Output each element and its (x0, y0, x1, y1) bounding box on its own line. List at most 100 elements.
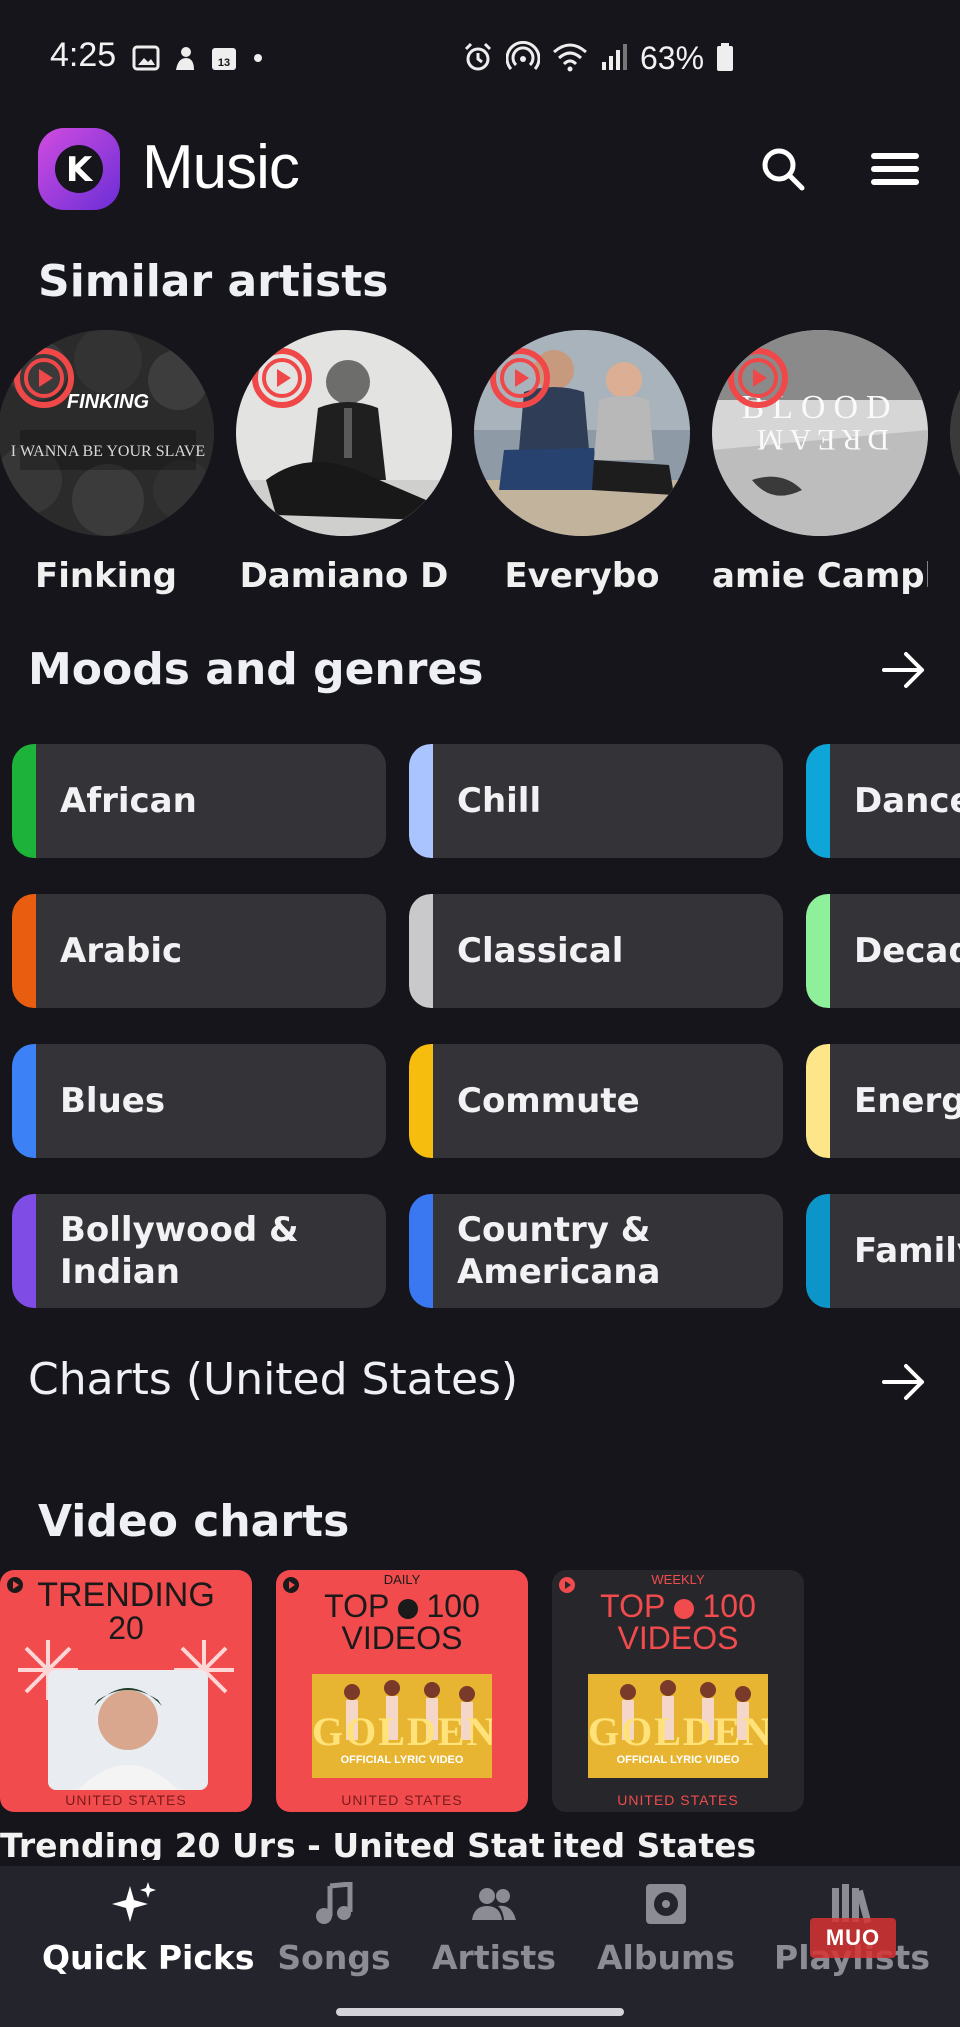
card-subheading: VIDEOS (617, 1620, 739, 1656)
video-charts-title: Video charts (38, 1496, 350, 1547)
genre-chip[interactable]: Dance (806, 744, 960, 858)
genre-chip[interactable]: Arabic (12, 894, 386, 1008)
card-number: 100 (702, 1588, 756, 1624)
card-small-label: WEEKLY (651, 1572, 705, 1587)
nav-artists[interactable]: Artists (404, 1866, 584, 1986)
artist-name: Damiano D (239, 556, 449, 596)
genre-chip[interactable]: Commute (409, 1044, 783, 1158)
genre-chip[interactable]: Classical (409, 894, 783, 1008)
video-chart-caption: Trending 20 Ur (0, 1826, 276, 1860)
genre-chip[interactable]: Blues (12, 1044, 386, 1158)
album-icon (642, 1880, 690, 1928)
moods-more-button[interactable] (874, 640, 934, 700)
similar-artists-row: FINKING I WANNA BE YOUR SLAVE Finking Da… (0, 330, 960, 610)
nav-label: Artists (432, 1938, 556, 1977)
charts-title: Charts (United States) (28, 1354, 519, 1405)
video-chart-card[interactable]: WEEKLY TOP 100 VIDEOS GOLDEN OFFICIAL LY… (552, 1570, 804, 1812)
alarm-icon (462, 41, 494, 77)
artist-name: Finking (35, 556, 177, 596)
play-badge-icon[interactable] (728, 348, 788, 408)
charts-more-button[interactable] (874, 1352, 934, 1412)
sparkle-icon (110, 1880, 158, 1928)
card-footer: UNITED STATES (617, 1792, 739, 1808)
genre-color-bar (806, 894, 830, 1008)
artist-image-partial[interactable] (950, 330, 960, 536)
play-badge-icon[interactable] (14, 348, 74, 408)
genre-label: African (60, 781, 197, 821)
moods-grid: African Arabic Blues Bollywood & Indian … (0, 744, 960, 1312)
artist-card[interactable]: BLOOD DREAM amie Campl (712, 330, 928, 596)
video-chart-card[interactable]: TRENDING 20 UNITED STATES (0, 1570, 252, 1812)
genre-color-bar (409, 1194, 433, 1308)
genre-color-bar (409, 744, 433, 858)
card-footer: UNITED STATES (65, 1792, 187, 1808)
app-icon (172, 44, 198, 76)
video-chart-card[interactable]: DAILY TOP 100 VIDEOS GOLDEN OFFICIAL LYR… (276, 1570, 528, 1812)
artist-image: BLOOD DREAM (712, 330, 928, 536)
genre-label: Bollywood & Indian (60, 1210, 299, 1292)
play-badge-icon[interactable] (490, 348, 550, 408)
artwork-title: GOLDEN (588, 1709, 768, 1754)
status-bar: 4:25 13 63% (0, 0, 960, 112)
app-title: Music (142, 133, 300, 202)
genre-label: Decade (854, 931, 960, 971)
genre-chip[interactable]: Energiz (806, 1044, 960, 1158)
artist-image (236, 330, 452, 536)
artist-image (474, 330, 690, 536)
genre-chip[interactable]: African (12, 744, 386, 858)
search-button[interactable] (748, 134, 818, 204)
music-note-icon (310, 1880, 358, 1928)
home-indicator[interactable] (336, 2008, 624, 2016)
artist-name: Everybo (504, 556, 660, 596)
genre-label: Blues (60, 1081, 166, 1121)
genre-label: Classical (457, 931, 624, 971)
nav-albums[interactable]: Albums (576, 1866, 756, 1986)
card-artwork: GOLDEN OFFICIAL LYRIC VIDEO (312, 1674, 492, 1778)
app-logo-letter: K (66, 150, 94, 190)
artist-card[interactable]: Everybo (474, 330, 690, 596)
menu-button[interactable] (860, 134, 930, 204)
people-icon (470, 1880, 518, 1928)
genre-color-bar (12, 1194, 36, 1308)
genre-chip[interactable]: Chill (409, 744, 783, 858)
genre-color-bar (806, 1044, 830, 1158)
status-time: 4:25 (50, 36, 117, 74)
app-header: K Music (0, 122, 960, 222)
nav-songs[interactable]: Songs (244, 1866, 424, 1986)
nav-label: Songs (277, 1938, 391, 1977)
genre-chip[interactable]: Country & Americana (409, 1194, 783, 1308)
genre-chip[interactable]: Decade (806, 894, 960, 1008)
genre-color-bar (12, 744, 36, 858)
genre-color-bar (806, 1194, 830, 1308)
image-icon (132, 45, 160, 75)
video-chart-caption: ited States (552, 1826, 757, 1860)
artist-card[interactable]: FINKING I WANNA BE YOUR SLAVE Finking (0, 330, 214, 596)
artist-art-subtitle: I WANNA BE YOUR SLAVE (11, 443, 205, 460)
card-heading: TOP (324, 1588, 389, 1624)
calendar-day: 13 (218, 57, 230, 69)
similar-artists-title: Similar artists (38, 256, 389, 307)
genre-chip[interactable]: Family (806, 1194, 960, 1308)
nav-label: Albums (597, 1938, 735, 1977)
play-badge-icon[interactable] (252, 348, 312, 408)
genre-label: Family (854, 1231, 960, 1271)
genre-label: Country & Americana (457, 1210, 661, 1292)
card-artwork (18, 1640, 234, 1790)
genre-label: Chill (457, 781, 542, 821)
battery-percent: 63% (640, 40, 705, 76)
genre-color-bar (409, 894, 433, 1008)
search-icon (762, 148, 805, 191)
calendar-icon: 13 (210, 44, 238, 76)
battery-icon (716, 42, 734, 76)
artist-art-subtitle: DREAM (751, 423, 889, 456)
artwork-subtitle: OFFICIAL LYRIC VIDEO (616, 1754, 740, 1766)
artist-card[interactable]: Damiano D (236, 330, 452, 596)
genre-label: Dance (854, 781, 960, 821)
artwork-subtitle: OFFICIAL LYRIC VIDEO (340, 1754, 464, 1766)
genre-chip[interactable]: Bollywood & Indian (12, 1194, 386, 1308)
dot-icon (250, 50, 266, 70)
genre-label: Commute (457, 1081, 640, 1121)
genre-color-bar (12, 1044, 36, 1158)
nav-quick-picks[interactable]: Quick Picks (42, 1866, 255, 1986)
genre-color-bar (409, 1044, 433, 1158)
